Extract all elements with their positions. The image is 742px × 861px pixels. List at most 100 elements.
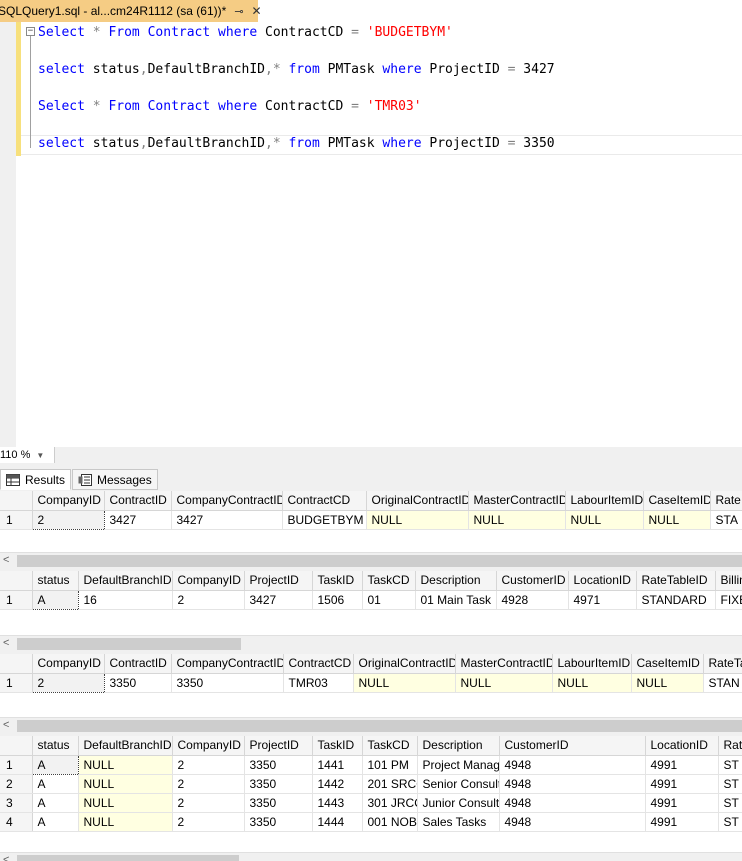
grid-cell[interactable]: FIXED [715, 590, 742, 610]
column-header[interactable]: TaskCD [362, 571, 416, 591]
grid-cell[interactable]: 3350 [104, 673, 172, 693]
column-header[interactable]: LocationID [568, 571, 637, 591]
grid-cell[interactable]: 1441 [312, 755, 363, 775]
column-header[interactable]: ContractID [104, 491, 172, 511]
column-header[interactable]: RateTa [703, 654, 742, 674]
grid-cell[interactable]: 1506 [312, 590, 363, 610]
column-header[interactable]: TaskID [312, 571, 363, 591]
grid-cell[interactable]: 3350 [244, 812, 313, 832]
grid-cell[interactable]: 2 [31, 509, 105, 530]
scroll-left-icon[interactable]: < [3, 554, 9, 566]
table-row[interactable]: 2ANULL233501442201 SRCONSSenior Consulta… [0, 774, 742, 794]
row-number[interactable]: 1 [0, 673, 33, 693]
horizontal-scrollbar[interactable]: < [0, 717, 742, 733]
scroll-left-icon[interactable]: < [3, 854, 9, 861]
column-header[interactable]: OriginalContractID [353, 654, 456, 674]
grid-cell[interactable]: NULL [468, 510, 566, 530]
grid-cell[interactable]: Senior Consultant Tasks [417, 774, 500, 794]
column-header[interactable]: RateTableID [636, 571, 716, 591]
grid-cell[interactable]: 4991 [645, 774, 719, 794]
grid-cell[interactable]: 1443 [312, 793, 363, 813]
result-grid-1[interactable]: CompanyID ContractID CompanyContractID Cont… [0, 491, 742, 552]
grid-cell[interactable]: NULL [78, 774, 173, 794]
grid-cell[interactable]: NULL [353, 673, 456, 693]
grid-cell[interactable]: 1444 [312, 812, 363, 832]
grid-cell[interactable]: 4971 [568, 590, 637, 610]
grid-cell[interactable]: 101 PM [362, 755, 418, 775]
column-header[interactable]: CompanyID [32, 491, 105, 511]
grid-cell[interactable]: STANDARD [636, 590, 716, 610]
grid-cell[interactable]: 3350 [244, 774, 313, 794]
table-row[interactable]: 1 A 16 2 3427 1506 01 01 Main Task 4928 4971 STAND… [0, 589, 742, 610]
chevron-down-icon[interactable]: ▼ [36, 451, 44, 460]
column-header[interactable]: LabourItemID [565, 491, 644, 511]
grid-cell[interactable]: 4948 [499, 755, 646, 775]
grid-cell[interactable]: 2 [172, 590, 245, 610]
grid-cell[interactable]: 16 [78, 590, 173, 610]
column-header[interactable]: ProjectID [244, 736, 313, 756]
row-number[interactable]: 2 [0, 774, 33, 794]
code-line[interactable]: select status,DefaultBranchID,* from PMT… [38, 136, 555, 151]
row-number[interactable]: 4 [0, 812, 33, 832]
grid-cell[interactable]: 4991 [645, 812, 719, 832]
grid-cell[interactable]: STA [710, 510, 742, 530]
grid-cell[interactable]: 2 [172, 774, 245, 794]
grid-cell[interactable]: TMR03 [283, 673, 354, 693]
grid-cell[interactable]: A [31, 589, 79, 610]
row-number[interactable]: 3 [0, 793, 33, 813]
grid-corner[interactable] [0, 736, 33, 756]
grid-cell[interactable]: 3427 [171, 510, 283, 530]
horizontal-scrollbar[interactable]: < [0, 852, 742, 861]
grid-cell[interactable]: 2 [172, 755, 245, 775]
grid-cell[interactable]: 301 JRCONS [362, 793, 418, 813]
grid-cell[interactable]: Sales Tasks [417, 812, 500, 832]
column-header[interactable]: ContractCD [283, 654, 354, 674]
row-number[interactable]: 1 [0, 590, 33, 610]
column-header[interactable]: Rat [718, 736, 742, 756]
grid-cell[interactable]: ST [718, 812, 742, 832]
tab-sqlquery1[interactable]: SQLQuery1.sql - al...cm24R1112 (sa (61))… [0, 0, 262, 22]
column-header[interactable]: MasterContractID [455, 654, 553, 674]
grid-cell[interactable]: 2 [172, 793, 245, 813]
column-header[interactable]: ContractCD [282, 491, 367, 511]
result-grid-4[interactable]: status DefaultBranchID CompanyID ProjectID T… [0, 736, 742, 852]
column-header[interactable]: ContractID [104, 654, 172, 674]
column-header[interactable]: CustomerID [496, 571, 569, 591]
result-grid-3[interactable]: CompanyID ContractID CompanyContractID Cont… [0, 654, 742, 717]
grid-cell[interactable]: NULL [643, 510, 711, 530]
scroll-thumb[interactable] [17, 555, 742, 567]
column-header[interactable]: CompanyID [32, 654, 105, 674]
grid-cell[interactable]: 3350 [171, 673, 284, 693]
grid-cell[interactable]: 1442 [312, 774, 363, 794]
grid-cell[interactable]: 201 SRCONS [362, 774, 418, 794]
column-header[interactable]: Description [417, 736, 500, 756]
grid-cell[interactable]: BUDGETBYM [282, 510, 367, 530]
horizontal-scrollbar[interactable]: < [0, 552, 742, 568]
scroll-thumb[interactable] [17, 855, 239, 861]
table-row[interactable]: 4ANULL233501444001 NOBILLSales Tasks4948… [0, 812, 742, 832]
column-header[interactable]: CaseItemID [631, 654, 704, 674]
grid-cell[interactable]: NULL [78, 812, 173, 832]
tab-messages[interactable]: Messages [72, 469, 158, 490]
table-row[interactable]: 1 2 3427 3427 BUDGETBYM NULL NULL NULL NULL STA [0, 509, 742, 530]
grid-cell[interactable]: 4948 [499, 774, 646, 794]
column-header[interactable]: LocationID [645, 736, 719, 756]
collapse-icon[interactable]: − [26, 27, 35, 36]
column-header[interactable]: Description [415, 571, 497, 591]
query-editor[interactable]: − Select * From Contract where ContractC… [0, 22, 742, 447]
column-header[interactable]: CompanyContractID [171, 491, 283, 511]
grid-cell[interactable]: STAN [703, 673, 742, 693]
scroll-left-icon[interactable]: < [3, 719, 9, 731]
grid-cell[interactable]: 2 [172, 812, 245, 832]
grid-corner[interactable] [0, 571, 33, 591]
grid-cell[interactable]: 4991 [645, 755, 719, 775]
row-number[interactable]: 1 [0, 510, 33, 530]
column-header[interactable]: TaskID [312, 736, 363, 756]
column-header[interactable]: MasterContractID [468, 491, 566, 511]
grid-cell[interactable]: ST [718, 755, 742, 775]
scroll-thumb[interactable] [17, 720, 742, 732]
table-row[interactable]: 1ANULL233501441101 PMProject Management … [0, 754, 742, 775]
grid-corner[interactable] [0, 654, 33, 674]
grid-cell[interactable]: A [32, 793, 79, 813]
grid-cell[interactable]: NULL [366, 510, 469, 530]
